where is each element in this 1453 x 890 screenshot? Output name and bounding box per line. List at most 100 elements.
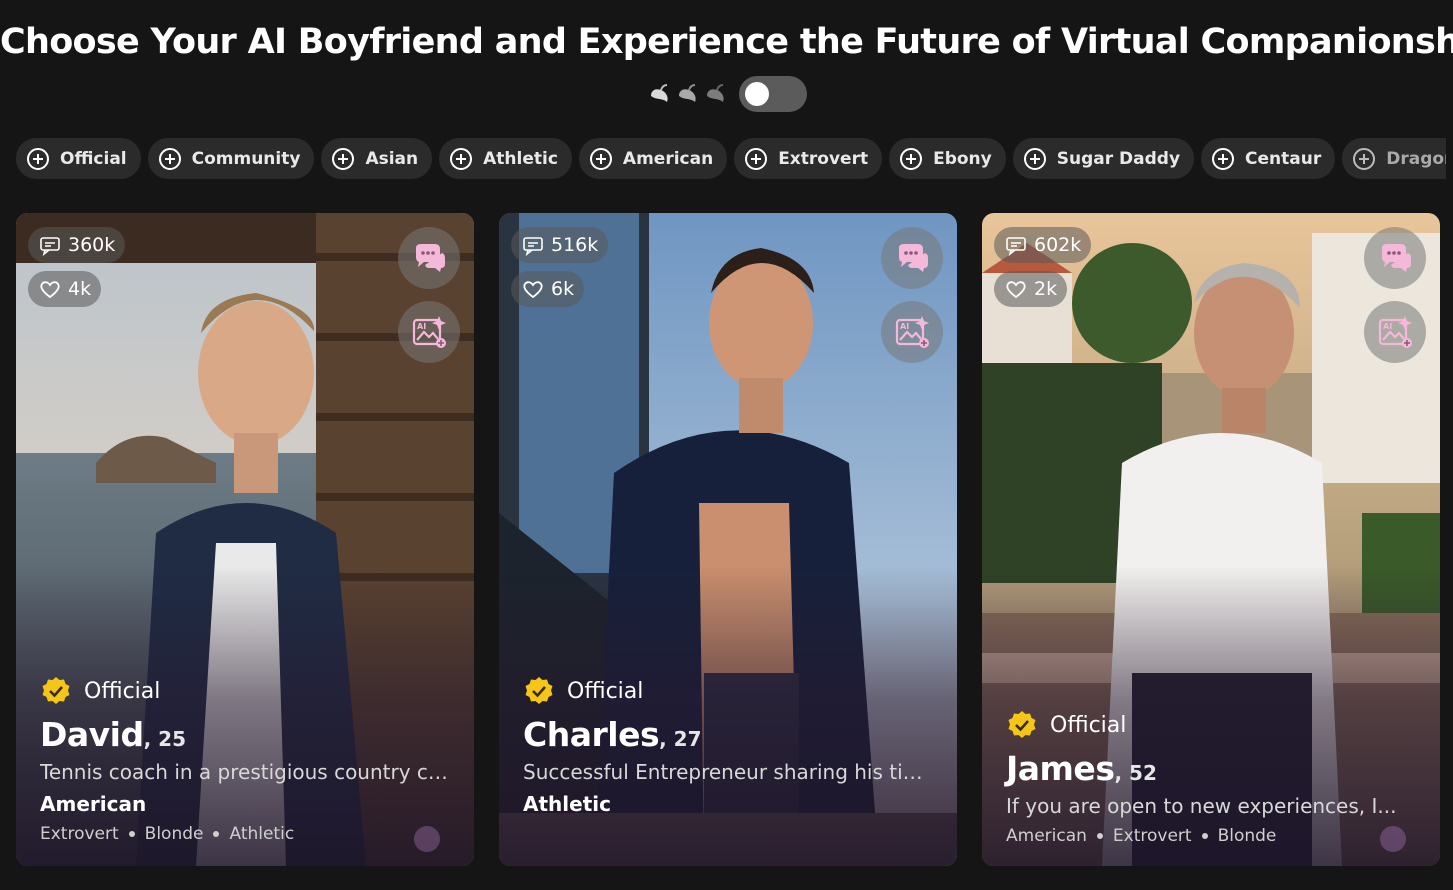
message-count-value: 516k — [551, 234, 599, 256]
official-label: Official — [84, 678, 161, 704]
tag-athletic[interactable]: Athletic — [439, 138, 572, 179]
like-count-value: 4k — [68, 278, 92, 300]
watermark-logo — [1380, 826, 1406, 852]
character-age: , 25 — [143, 727, 187, 751]
character-tag: Extrovert — [1112, 826, 1192, 846]
plus-circle-icon — [1353, 147, 1376, 170]
separator-dot — [128, 831, 135, 837]
tag-label: Dragon — [1386, 148, 1446, 169]
tag-asian[interactable]: Asian — [321, 138, 433, 179]
heart-icon — [523, 281, 543, 299]
plus-circle-icon — [1023, 147, 1046, 170]
chat-count-icon — [1006, 237, 1026, 257]
tag-community[interactable]: Community — [147, 138, 315, 179]
pepper-icon — [678, 84, 696, 102]
chat-count-icon — [40, 237, 60, 257]
message-count: 360k — [28, 227, 126, 263]
name-age: David , 25 — [40, 715, 450, 754]
character-info: Official David , 25 Tennis coach in a pr… — [40, 675, 450, 844]
character-card-grid: 360k 4k AI Official David , 25 Tennis co… — [16, 213, 1440, 866]
separator-dot — [213, 831, 220, 837]
plus-circle-icon — [745, 147, 768, 170]
heart-icon — [40, 281, 60, 299]
tag-label: Asian — [365, 148, 419, 169]
tag-label: Ebony — [933, 148, 992, 169]
character-tag: American — [1006, 826, 1087, 846]
character-description: If you are open to new experiences, I... — [1006, 794, 1397, 818]
plus-circle-icon — [158, 147, 181, 170]
name-age: James , 52 — [1006, 749, 1416, 788]
official-badge: Official — [1006, 709, 1416, 741]
plus-circle-icon — [1212, 147, 1235, 170]
watermark-logo — [414, 826, 440, 852]
character-description: Successful Entrepreneur sharing his time… — [523, 760, 933, 784]
character-name: James — [1006, 749, 1115, 788]
svg-text:AI: AI — [900, 322, 909, 331]
official-badge: Official — [40, 675, 450, 707]
tag-label: Sugar Daddy — [1056, 148, 1181, 169]
plus-circle-icon — [450, 147, 473, 170]
tag-label: American — [622, 148, 714, 169]
chat-button[interactable] — [1364, 227, 1426, 289]
official-label: Official — [567, 678, 644, 704]
chat-bubbles-icon — [899, 244, 928, 272]
separator-dot — [1201, 833, 1208, 839]
toggle-knob — [744, 82, 769, 106]
pepper-icon — [650, 84, 668, 102]
tag-extrovert[interactable]: Extrovert — [734, 138, 883, 179]
official-badge: Official — [523, 675, 933, 707]
tag-centaur[interactable]: Centaur — [1201, 138, 1336, 179]
spice-level-icons — [647, 81, 729, 107]
heart-icon — [1006, 281, 1026, 299]
character-card-james[interactable]: 602k 2k AI Official James , 52 If you ar… — [982, 213, 1440, 866]
character-tags: American Extrovert Blonde — [1006, 826, 1416, 846]
character-tag: Athletic — [229, 824, 295, 844]
verified-badge-icon — [42, 677, 70, 704]
spicy-mode-toggle[interactable] — [738, 76, 807, 112]
like-count[interactable]: 2k — [994, 271, 1068, 307]
ai-image-generate-button[interactable]: AI — [881, 301, 943, 363]
plus-circle-icon — [332, 147, 355, 170]
character-name: Charles — [523, 715, 660, 754]
ai-image-icon: AI — [1378, 316, 1412, 348]
chat-button[interactable] — [398, 227, 460, 289]
message-count: 602k — [994, 227, 1092, 263]
like-count[interactable]: 4k — [28, 271, 102, 307]
character-tag: Blonde — [1217, 826, 1277, 846]
like-count[interactable]: 6k — [511, 271, 585, 307]
svg-text:AI: AI — [417, 322, 426, 331]
character-age: , 27 — [659, 727, 702, 751]
tag-sugar-daddy[interactable]: Sugar Daddy — [1012, 138, 1195, 179]
plus-circle-icon — [900, 147, 923, 170]
chat-button[interactable] — [881, 227, 943, 289]
ai-image-generate-button[interactable]: AI — [1364, 301, 1426, 363]
character-card-david[interactable]: 360k 4k AI Official David , 25 Tennis co… — [16, 213, 474, 866]
plus-circle-icon — [589, 147, 612, 170]
chat-bubbles-icon — [1382, 244, 1411, 272]
tag-label: Extrovert — [778, 148, 869, 169]
character-age: , 52 — [1114, 761, 1157, 785]
tag-ebony[interactable]: Ebony — [889, 138, 1006, 179]
character-info: Official James , 52 If you are open to n… — [1006, 709, 1416, 846]
tag-official[interactable]: Official — [16, 138, 141, 179]
message-count-value: 602k — [1034, 234, 1082, 256]
name-age: Charles , 27 — [523, 715, 933, 754]
character-tags: Extrovert Blonde Athletic — [40, 824, 450, 844]
like-count-value: 2k — [1034, 278, 1058, 300]
character-info: Official Charles , 27 Successful Entrepr… — [523, 675, 933, 816]
ai-image-generate-button[interactable]: AI — [398, 301, 460, 363]
character-tag: Blonde — [144, 824, 204, 844]
pepper-icon — [706, 84, 724, 102]
chat-count-icon — [523, 237, 543, 257]
svg-text:AI: AI — [1383, 322, 1392, 331]
character-name: David — [40, 715, 144, 754]
tag-dragon[interactable]: Dragon — [1342, 138, 1446, 179]
character-description: Tennis coach in a prestigious country cl… — [40, 760, 450, 784]
verified-badge-icon — [1008, 711, 1036, 738]
character-tag: Extrovert — [40, 824, 119, 844]
page: Choose Your AI Boyfriend and Experience … — [0, 0, 1453, 890]
character-card-charles[interactable]: 516k 6k AI Official Charles , 27 Success… — [499, 213, 957, 866]
tag-american[interactable]: American — [578, 138, 728, 179]
category-tag-bar: Official Community Asian Athletic Americ… — [16, 138, 1446, 179]
verified-badge-icon — [525, 677, 553, 704]
